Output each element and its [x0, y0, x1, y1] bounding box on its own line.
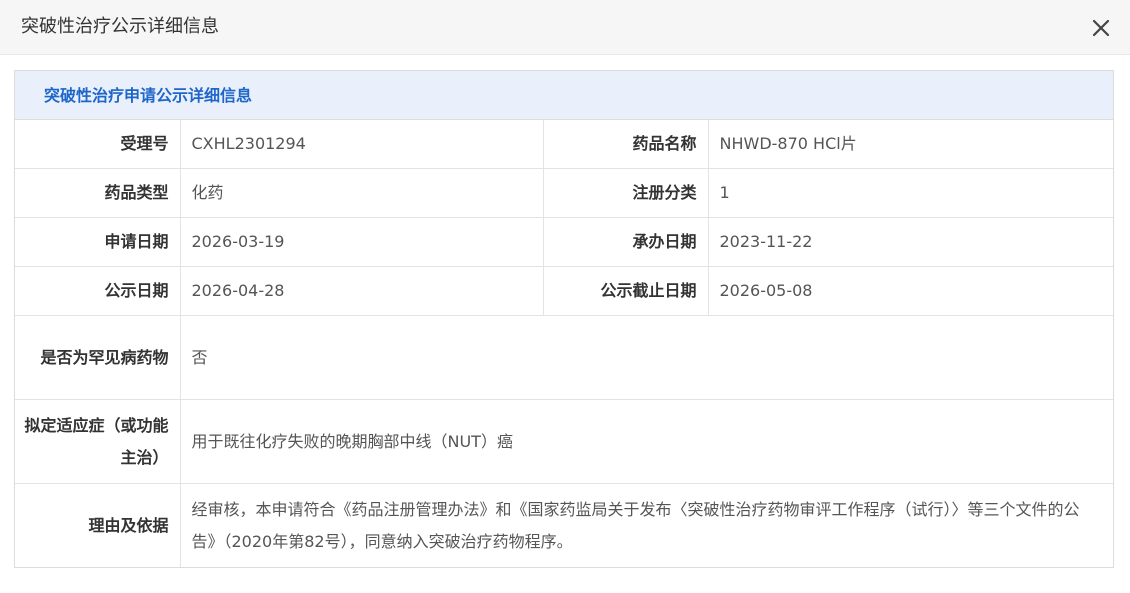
- label-acceptance-no: 受理号: [120, 134, 169, 153]
- detail-panel: 突破性治疗申请公示详细信息 受理号 CXHL2301294 药品名称 NHWD-…: [14, 70, 1114, 568]
- table-row: 理由及依据 经审核，本申请符合《药品注册管理办法》和《国家药监局关于发布〈突破性…: [15, 483, 1113, 567]
- label-handle-date: 承办日期: [542, 217, 708, 267]
- dialog-title: 突破性治疗公示详细信息: [21, 16, 219, 37]
- table-row: 申请日期 2026-03-19 承办日期 2023-11-22: [15, 217, 1113, 267]
- label-reason: 理由及依据: [15, 483, 180, 567]
- table-row: 是否为罕见病药物 否: [15, 315, 1113, 400]
- value-rare-disease: 否: [179, 315, 1113, 400]
- label-apply-date: 申请日期: [15, 217, 180, 267]
- close-icon[interactable]: [1090, 17, 1112, 39]
- detail-table: 受理号 CXHL2301294 药品名称 NHWD-870 HCl片 药品类型 …: [15, 120, 1113, 567]
- value-indication: 用于既往化疗失败的晚期胸部中线（NUT）癌: [179, 399, 1113, 484]
- value-drug-type: 化药: [179, 168, 543, 218]
- value-acceptance-no: CXHL2301294: [179, 120, 543, 169]
- value-publish-date: 2026-04-28: [179, 266, 543, 316]
- table-row: 药品类型 化药 注册分类 1: [15, 168, 1113, 218]
- value-apply-date: 2026-03-19: [179, 217, 543, 267]
- table-row: 受理号 CXHL2301294 药品名称 NHWD-870 HCl片: [15, 120, 1113, 169]
- value-handle-date: 2023-11-22: [707, 217, 1113, 267]
- label-publish-end-date: 公示截止日期: [542, 266, 708, 316]
- label-indication: 拟定适应症（或功能主治）: [15, 399, 180, 484]
- label-drug-name: 药品名称: [542, 120, 708, 169]
- panel-heading: 突破性治疗申请公示详细信息: [15, 71, 1113, 120]
- value-reg-category: 1: [707, 168, 1113, 218]
- table-row: 拟定适应症（或功能主治） 用于既往化疗失败的晚期胸部中线（NUT）癌: [15, 399, 1113, 484]
- label-reg-category: 注册分类: [542, 168, 708, 218]
- dialog-header: 突破性治疗公示详细信息: [0, 0, 1130, 55]
- value-drug-name: NHWD-870 HCl片: [707, 120, 1113, 169]
- value-publish-end-date: 2026-05-08: [707, 266, 1113, 316]
- value-reason: 经审核，本申请符合《药品注册管理办法》和《国家药监局关于发布〈突破性治疗药物审评…: [179, 483, 1113, 567]
- label-rare-disease: 是否为罕见病药物: [15, 315, 180, 400]
- label-publish-date: 公示日期: [15, 266, 180, 316]
- table-row: 公示日期 2026-04-28 公示截止日期 2026-05-08: [15, 266, 1113, 316]
- label-drug-type: 药品类型: [15, 168, 180, 218]
